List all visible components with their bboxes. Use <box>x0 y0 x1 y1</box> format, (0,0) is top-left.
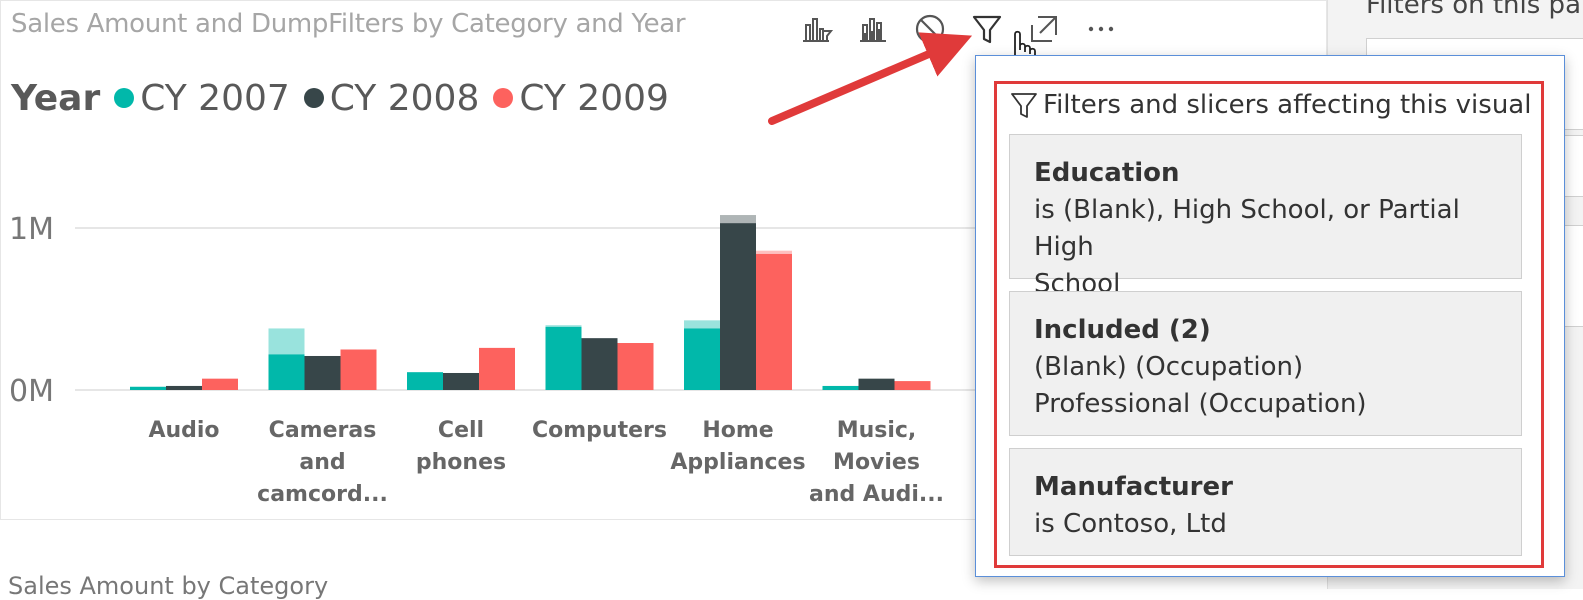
filter-icon <box>1011 93 1037 118</box>
visual-toolbar <box>796 11 1138 47</box>
filter-condition: is Contoso, Ltd <box>1034 509 1227 539</box>
filter-card-included[interactable]: Included (2) (Blank) (Occupation) Profes… <box>1009 291 1522 436</box>
filter-condition: is (Blank), High School, or Partial High <box>1034 195 1460 262</box>
legend-item-cy2007[interactable]: CY 2007 <box>114 78 290 119</box>
bar-highlight-remainder <box>545 325 582 327</box>
legend-dot <box>493 88 514 108</box>
x-tick-label: Audio <box>148 418 219 443</box>
filter-card-manufacturer[interactable]: Manufacturer is Contoso, Ltd <box>1009 448 1522 556</box>
flyout-highlight-box: Filters and slicers affecting this visua… <box>994 81 1544 568</box>
legend-label: CY 2009 <box>519 77 669 119</box>
x-tick-label: phones <box>416 450 506 475</box>
bar-chart-icon[interactable] <box>853 11 893 47</box>
bar <box>443 372 479 390</box>
x-tick-label: Home <box>702 418 773 443</box>
legend-dot <box>114 88 135 108</box>
filter-name: Manufacturer <box>1034 472 1233 502</box>
x-tick-label: Movies <box>833 450 920 475</box>
x-tick-label: Cell <box>438 418 484 443</box>
drill-filter-icon[interactable] <box>796 11 836 47</box>
bar-highlight-remainder <box>684 320 720 329</box>
bar <box>304 355 341 390</box>
y-tick-label: 1M <box>9 212 54 247</box>
bar-highlight-remainder <box>268 328 305 355</box>
x-tick-label: Computers <box>532 418 667 443</box>
x-tick-label: Cameras <box>269 418 377 443</box>
filter-name: Included (2) <box>1034 315 1211 345</box>
x-tick-label: and Audi... <box>809 482 944 507</box>
bar <box>720 223 756 390</box>
chart-legend: Year CY 2007 CY 2008 CY 2009 <box>11 73 683 123</box>
legend-dot <box>303 88 324 108</box>
legend-title: Year <box>11 77 101 119</box>
legend-item-cy2009[interactable]: CY 2009 <box>493 78 669 119</box>
legend-label: CY 2007 <box>140 77 290 119</box>
filters-pane-title: Filters on this pa <box>1366 0 1581 20</box>
bar <box>858 378 895 390</box>
bar <box>130 386 166 390</box>
filters-flyout: Filters and slicers affecting this visua… <box>975 55 1565 577</box>
bar <box>545 326 582 390</box>
flyout-header-text: Filters and slicers affecting this visua… <box>1043 90 1532 120</box>
more-options-icon[interactable] <box>1081 11 1121 47</box>
next-visual-title: Sales Amount by Category <box>8 572 329 600</box>
no-entry-icon[interactable] <box>910 11 950 47</box>
filter-card-education[interactable]: Education is (Blank), High School, or Pa… <box>1009 134 1522 299</box>
y-tick-label: 0M <box>9 374 54 409</box>
bar <box>479 347 515 390</box>
filter-icon[interactable] <box>967 11 1007 47</box>
legend-item-cy2008[interactable]: CY 2008 <box>303 77 480 119</box>
filter-name: Education <box>1034 158 1180 188</box>
flyout-header: Filters and slicers affecting this visua… <box>1009 90 1531 120</box>
bar <box>684 328 720 390</box>
bar <box>894 381 931 390</box>
legend-label: CY 2008 <box>329 77 480 119</box>
filter-condition: Professional (Occupation) <box>1034 389 1367 419</box>
bar <box>166 385 202 390</box>
visual-title: Sales Amount and DumpFilters by Category… <box>11 9 686 39</box>
bar-highlight-remainder <box>720 215 756 224</box>
filter-condition: (Blank) (Occupation) <box>1034 352 1304 382</box>
bar <box>756 253 792 390</box>
bar <box>202 378 238 390</box>
bar <box>407 372 443 390</box>
bar <box>617 343 654 390</box>
x-tick-label: Appliances <box>670 450 805 475</box>
x-tick-label: camcord... <box>257 482 388 507</box>
x-tick-label: and <box>299 450 345 475</box>
bar <box>581 338 618 390</box>
x-tick-label: Music, <box>837 418 917 443</box>
bar <box>822 385 859 390</box>
bar-highlight-remainder <box>756 250 792 254</box>
bar <box>340 349 377 390</box>
bar <box>268 354 305 390</box>
